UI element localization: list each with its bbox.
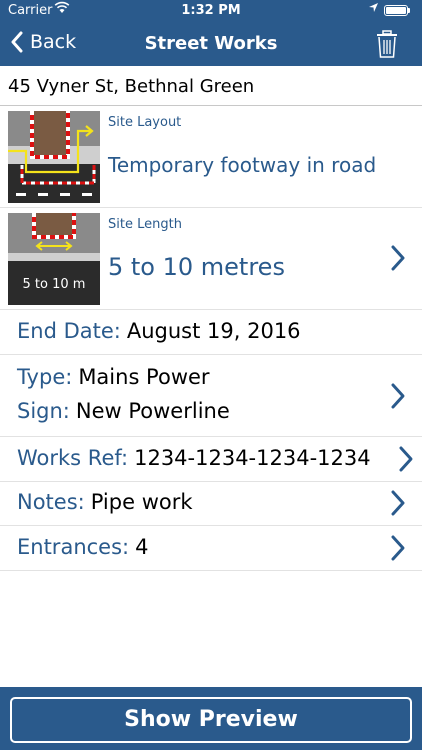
- site-length-row[interactable]: 5 to 10 m Site Length 5 to 10 metres: [0, 208, 422, 310]
- notes-row[interactable]: Notes: Pipe work: [0, 482, 422, 526]
- type-value: Mains Power: [78, 365, 210, 389]
- chevron-right-icon: [391, 490, 405, 516]
- chevron-right-icon: [391, 535, 405, 561]
- address-text: 45 Vyner St, Bethnal Green: [8, 76, 255, 97]
- works-ref-value: 1234-1234-1234-1234: [134, 446, 371, 470]
- entrances-row[interactable]: Entrances: 4: [0, 526, 422, 571]
- site-layout-value: Temporary footway in road: [108, 153, 377, 177]
- end-date-row: End Date: August 19, 2016: [0, 310, 422, 355]
- battery-tip: [408, 8, 410, 13]
- chevron-right-icon: [391, 383, 405, 409]
- site-length-label: Site Length: [108, 217, 182, 232]
- site-layout-label: Site Layout: [108, 115, 182, 130]
- notes-label: Notes:: [17, 490, 85, 514]
- sign-label: Sign:: [17, 399, 70, 423]
- status-time: 1:32 PM: [181, 3, 241, 18]
- type-sign-row[interactable]: Type: Mains Power Sign: New Powerline: [0, 355, 422, 437]
- end-date-value: August 19, 2016: [126, 319, 301, 343]
- chevron-right-icon: [391, 245, 405, 271]
- site-length-value: 5 to 10 metres: [108, 253, 285, 281]
- navigation-bar: Back Street Works: [0, 22, 422, 66]
- entrances-label: Entrances:: [17, 535, 130, 559]
- page-title: Street Works: [144, 33, 278, 54]
- chevron-right-icon: [399, 446, 413, 472]
- end-date-label: End Date:: [17, 319, 121, 343]
- sign-value: New Powerline: [75, 399, 230, 423]
- battery-icon: [384, 5, 408, 16]
- works-ref-row[interactable]: Works Ref: 1234-1234-1234-1234: [0, 437, 422, 482]
- site-layout-row[interactable]: Site Layout Temporary footway in road: [0, 106, 422, 208]
- trash-icon[interactable]: [376, 30, 398, 58]
- type-label: Type:: [17, 365, 73, 389]
- works-ref-label: Works Ref:: [17, 446, 129, 470]
- entrances-value: 4: [135, 535, 149, 559]
- location-arrow-icon: [368, 2, 379, 16]
- site-length-thumb-label: 5 to 10 m: [22, 277, 86, 292]
- status-bar: Carrier 1:32 PM: [0, 0, 422, 22]
- show-preview-button[interactable]: Show Preview: [10, 697, 412, 743]
- address-bar: 45 Vyner St, Bethnal Green: [0, 66, 422, 106]
- notes-value: Pipe work: [90, 490, 193, 514]
- site-layout-diagram-icon: [8, 111, 100, 203]
